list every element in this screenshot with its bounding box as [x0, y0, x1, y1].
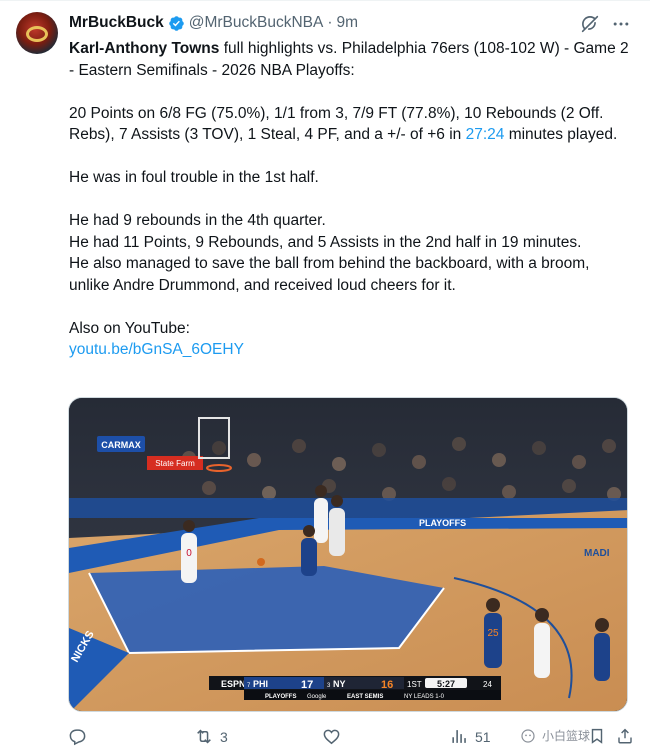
- more-options-icon[interactable]: [611, 14, 631, 34]
- bookmark-icon: [591, 728, 603, 744]
- svg-text:17: 17: [301, 679, 313, 691]
- svg-text:Google: Google: [307, 694, 327, 700]
- views-button[interactable]: 51: [450, 727, 491, 746]
- minutes-link[interactable]: 27:24: [466, 126, 505, 143]
- youtube-link[interactable]: youtu.be/bGnSA_6OEHY: [69, 341, 244, 358]
- second-half-text: He had 11 Points, 9 Rebounds, and 5 Assi…: [69, 233, 582, 251]
- retweet-button[interactable]: 3: [194, 727, 228, 746]
- like-button[interactable]: [322, 727, 347, 746]
- svg-text:State Farm: State Farm: [155, 459, 195, 468]
- tweet-header: MrBuckBuck @MrBuckBuckNBA · 9m: [69, 13, 358, 33]
- broom-text: He also managed to save the ball from be…: [69, 255, 594, 294]
- grok-icon[interactable]: [579, 13, 601, 35]
- watermark-logo-icon: [521, 728, 535, 743]
- analytics-icon: [452, 730, 466, 743]
- separator-dot: ·: [327, 14, 333, 31]
- svg-text:5:27: 5:27: [437, 679, 455, 689]
- top-divider: [0, 0, 650, 1]
- svg-text:NY LEADS 1-0: NY LEADS 1-0: [404, 694, 445, 700]
- svg-text:EAST SEMIS: EAST SEMIS: [347, 694, 383, 700]
- share-button[interactable]: [616, 727, 634, 745]
- svg-text:0: 0: [186, 548, 192, 559]
- heart-icon: [323, 729, 340, 745]
- youtube-label: Also on YouTube:: [69, 319, 190, 337]
- author-handle[interactable]: @MrBuckBuckNBA: [189, 14, 324, 32]
- svg-text:16: 16: [381, 679, 393, 691]
- svg-text:24: 24: [483, 680, 492, 689]
- retweet-count: 3: [220, 728, 228, 745]
- avatar[interactable]: [16, 12, 58, 54]
- tweet-actions: 3 51 小白篮球: [68, 727, 638, 749]
- rebounds-text: He had 9 rebounds in the 4th quarter.: [69, 212, 326, 229]
- timestamp[interactable]: 9m: [337, 14, 359, 32]
- svg-text:PHI: PHI: [253, 679, 268, 689]
- watermark-text: 小白篮球: [542, 729, 591, 743]
- views-count: 51: [475, 728, 491, 745]
- stats-text-end: minutes played.: [504, 126, 618, 143]
- svg-text:25: 25: [487, 628, 499, 639]
- svg-text:NY: NY: [333, 679, 346, 689]
- tweet-text: Karl-Anthony Towns full highlights vs. P…: [69, 38, 634, 361]
- retweet-icon: [197, 729, 211, 744]
- reply-button[interactable]: [68, 727, 93, 746]
- display-name[interactable]: MrBuckBuck: [69, 14, 164, 32]
- scoreboard: ESPN 7 PHI 17 3 NY 16 1ST 5:27 24 PLAYOF…: [209, 676, 501, 700]
- bookmark-button[interactable]: [588, 727, 606, 745]
- mentioned-player: Karl-Anthony Towns: [69, 40, 220, 57]
- svg-text:PLAYOFFS: PLAYOFFS: [265, 694, 296, 700]
- svg-text:1ST: 1ST: [407, 680, 422, 689]
- basketball-video-frame: CARMAX State Farm PLAYOFFS MADI NICKS 0 …: [69, 398, 627, 711]
- share-icon: [618, 728, 632, 744]
- svg-text:PLAYOFFS: PLAYOFFS: [419, 518, 466, 528]
- video-media[interactable]: CARMAX State Farm PLAYOFFS MADI NICKS 0 …: [68, 397, 628, 712]
- verified-badge-icon[interactable]: [168, 15, 185, 32]
- svg-text:MADI: MADI: [584, 548, 610, 559]
- svg-text:ESPN: ESPN: [221, 679, 246, 689]
- foul-trouble-text: He was in foul trouble in the 1st half.: [69, 169, 319, 186]
- reply-icon: [69, 729, 86, 746]
- watermark: 小白篮球: [520, 727, 590, 744]
- svg-text:CARMAX: CARMAX: [101, 440, 141, 450]
